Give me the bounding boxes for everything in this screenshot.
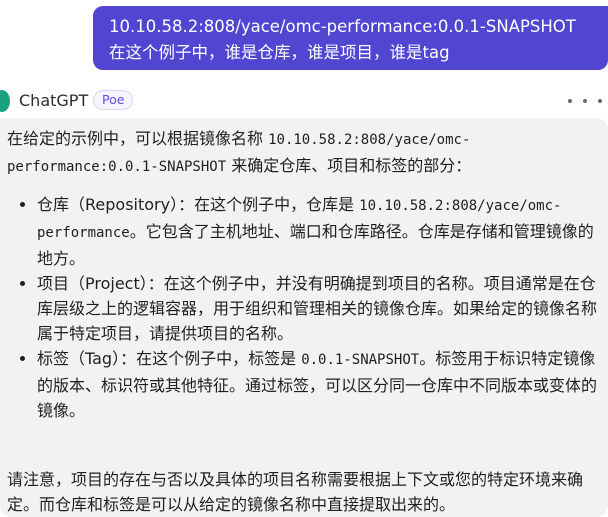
list-item-text: 项目（Project）：在这个例子中，并没有明确提到项目的名称。项目通常是在仓库… — [37, 274, 598, 343]
answer-note: 请注意，项目的存在与否以及具体的项目名称需要根据上下文或您的特定环境来确定。而仓… — [7, 470, 584, 514]
more-horizontal-icon[interactable] — [568, 91, 602, 111]
user-message-line-1: 10.10.58.2:808/yace/omc-performance:0.0.… — [109, 17, 576, 36]
bot-header: ChatGPT Poe — [0, 90, 608, 112]
answer-list: 仓库（Repository）：在这个例子中，仓库是 10.10.58.2:808… — [7, 192, 608, 423]
intro-text: 在给定的示例中，可以根据镜像名称 — [7, 129, 269, 148]
more-dot — [583, 99, 587, 103]
user-message-bubble: 10.10.58.2:808/yace/omc-performance:0.0.… — [93, 6, 608, 70]
answer-intro: 在给定的示例中，可以根据镜像名称 10.10.58.2:808/yace/omc… — [7, 126, 608, 180]
list-item-text: 仓库（Repository）：在这个例子中，仓库是 — [37, 195, 360, 214]
poe-badge: Poe — [93, 90, 134, 110]
tag-code: 0.0.1-SNAPSHOT — [301, 352, 420, 368]
list-item-project: 项目（Project）：在这个例子中，并没有明确提到项目的名称。项目通常是在仓库… — [37, 271, 608, 346]
chatgpt-logo-icon — [0, 90, 10, 112]
bot-name[interactable]: ChatGPT — [19, 91, 88, 111]
list-item-tag: 标签（Tag）：在这个例子中，标签是 0.0.1-SNAPSHOT。标签用于标识… — [37, 346, 608, 423]
more-dot — [598, 99, 602, 103]
bot-answer: 在给定的示例中，可以根据镜像名称 10.10.58.2:808/yace/omc… — [0, 118, 608, 517]
list-item-repository: 仓库（Repository）：在这个例子中，仓库是 10.10.58.2:808… — [37, 192, 608, 271]
more-dot — [568, 99, 572, 103]
list-item-text: 标签（Tag）：在这个例子中，标签是 — [37, 349, 302, 368]
intro-text-end: 来确定仓库、项目和标签的部分： — [226, 156, 472, 175]
user-message-line-2: 在这个例子中，谁是仓库，谁是项目，谁是tag — [109, 43, 450, 62]
